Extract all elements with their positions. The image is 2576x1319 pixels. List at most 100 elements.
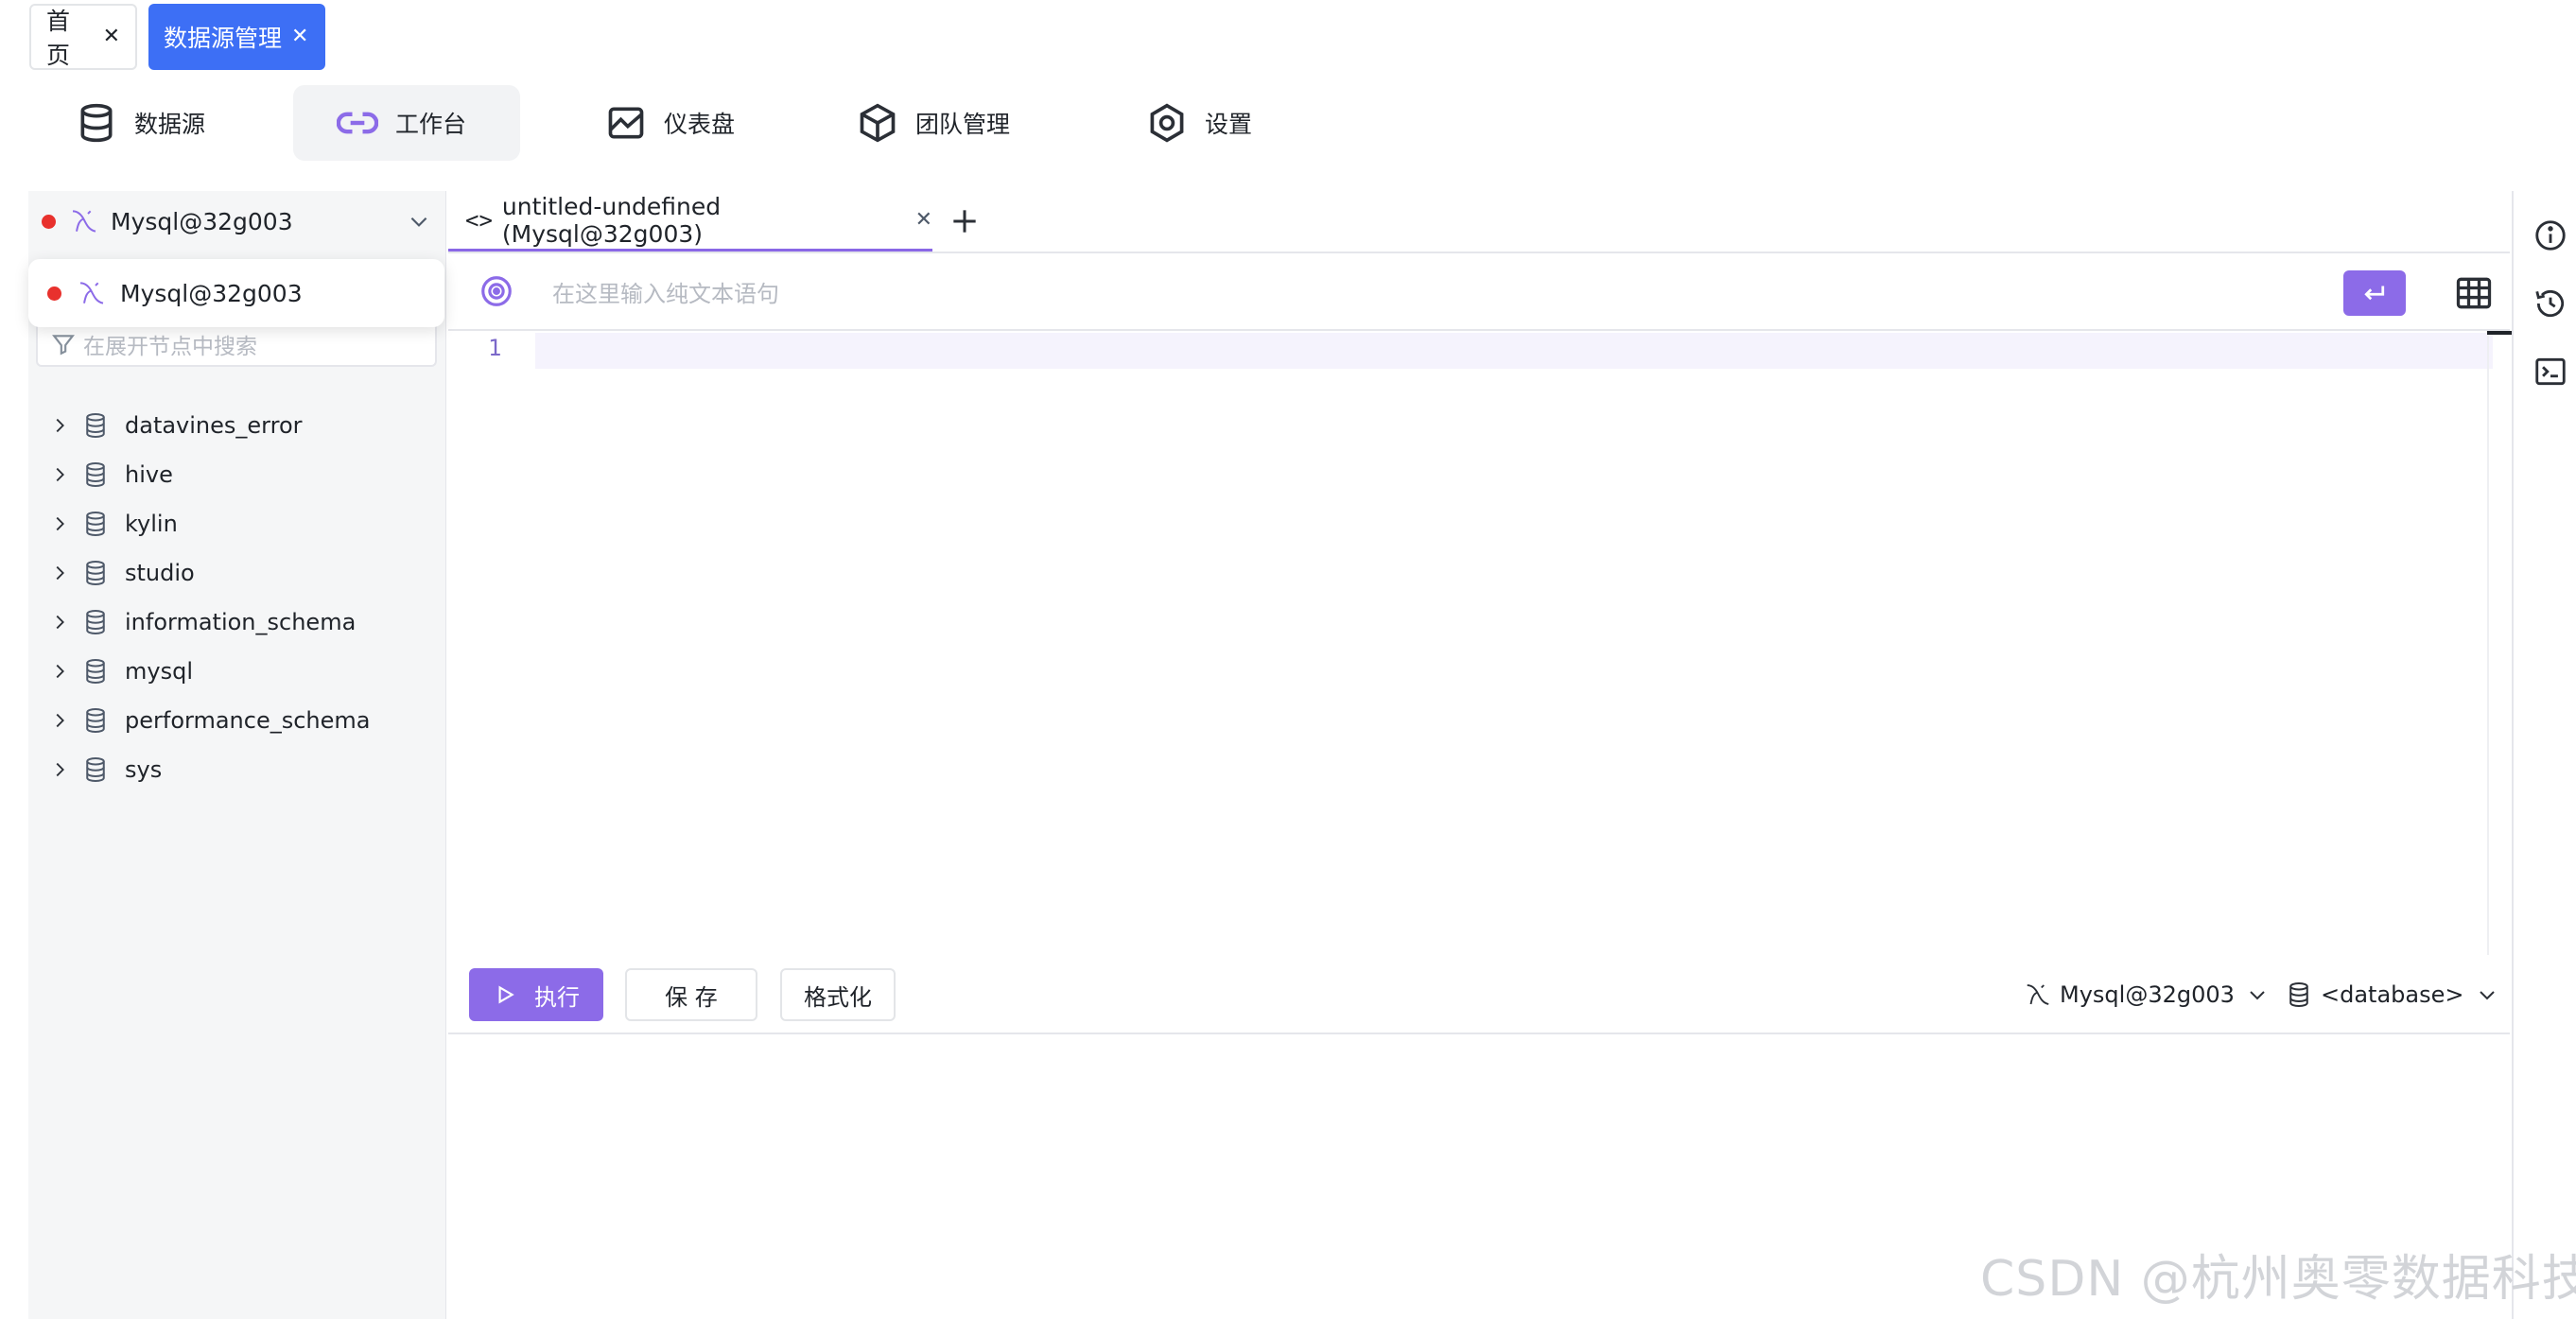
add-tab-icon[interactable] xyxy=(946,202,983,240)
format-label: 格式化 xyxy=(804,983,872,1011)
page-tab-datasource-management[interactable]: 数据源管理 ✕ xyxy=(148,4,325,70)
database-selector-label: <database> xyxy=(2321,981,2464,1008)
status-dot xyxy=(42,214,56,229)
tree-row-label: hive xyxy=(125,461,173,488)
database-icon xyxy=(86,610,105,635)
chevron-down-icon xyxy=(2479,991,2495,1000)
database-icon xyxy=(86,659,105,685)
mysql-icon xyxy=(79,282,104,304)
terminal-icon[interactable] xyxy=(2532,354,2568,390)
schema-panel: Mysql@32g003 在展开节点中搜索 datavines_errorhiv… xyxy=(28,191,446,1319)
format-button[interactable]: 格式化 xyxy=(780,968,896,1021)
editor-tab-label: untitled-undefined (Mysql@32g003) xyxy=(501,192,722,248)
database-icon xyxy=(86,512,105,537)
mysql-icon xyxy=(2027,984,2049,1005)
gear-icon xyxy=(1150,103,1184,143)
nav-label: 团队管理 xyxy=(915,111,1011,138)
database-icon xyxy=(86,757,105,783)
text-to-sql-placeholder: 在这里输入纯文本语句 xyxy=(552,280,779,307)
nav-team-management[interactable]: 团队管理 xyxy=(857,85,1046,161)
run-label: 执行 xyxy=(534,983,580,1011)
tree-row[interactable]: datavines_error xyxy=(28,401,446,450)
database-icon xyxy=(86,708,105,734)
scrollbar-thumb[interactable] xyxy=(2487,331,2514,335)
close-icon[interactable]: ✕ xyxy=(291,26,308,47)
filter-placeholder: 在展开节点中搜索 xyxy=(83,335,257,359)
tree-row[interactable]: kylin xyxy=(28,499,446,548)
page-tab-home[interactable]: 首页 ✕ xyxy=(29,4,137,70)
right-sidebar-divider xyxy=(2512,191,2514,1319)
chevron-right-icon[interactable] xyxy=(49,563,70,583)
page-tab-label: 数据源管理 xyxy=(164,25,283,52)
tree-row[interactable]: information_schema xyxy=(28,598,446,647)
chevron-right-icon[interactable] xyxy=(49,415,70,436)
chevron-right-icon[interactable] xyxy=(49,612,70,633)
nav-label: 数据源 xyxy=(134,111,206,138)
tree-row-label: sys xyxy=(125,756,163,783)
code-editor[interactable] xyxy=(535,333,2487,957)
nav-label: 设置 xyxy=(1205,111,1253,138)
nav-workbench[interactable]: 工作台 xyxy=(293,85,520,161)
chevron-right-icon[interactable] xyxy=(49,513,70,534)
close-icon[interactable]: ✕ xyxy=(103,26,120,47)
tree-row[interactable]: studio xyxy=(28,548,446,598)
line-number: 1 xyxy=(488,335,502,361)
database-icon xyxy=(86,413,105,439)
chevron-right-icon[interactable] xyxy=(49,464,70,485)
info-icon[interactable] xyxy=(2532,217,2568,253)
play-icon xyxy=(498,985,514,1004)
text-to-sql-bar: 在这里输入纯文本语句 xyxy=(448,253,2510,331)
text-to-sql-input[interactable]: 在这里输入纯文本语句 xyxy=(552,275,779,308)
enter-icon xyxy=(2364,286,2385,301)
tree-row[interactable]: mysql xyxy=(28,647,446,696)
tree-row[interactable]: sys xyxy=(28,745,446,794)
tree-row[interactable]: hive xyxy=(28,450,446,499)
nav-dashboard[interactable]: 仪表盘 xyxy=(605,85,766,161)
nav-label: 仪表盘 xyxy=(664,111,736,138)
chevron-right-icon[interactable] xyxy=(49,759,70,780)
cube-icon xyxy=(860,103,896,143)
tree-row-label: datavines_error xyxy=(125,412,303,439)
history-icon[interactable] xyxy=(2532,286,2568,321)
save-button[interactable]: 保 存 xyxy=(625,968,757,1021)
nav-label: 工作台 xyxy=(395,111,467,138)
save-label: 保 存 xyxy=(665,983,718,1011)
tree-row-label: mysql xyxy=(125,658,193,685)
tree-row-label: information_schema xyxy=(125,609,357,635)
code-icon: <> xyxy=(465,206,493,234)
page-tab-label: 首页 xyxy=(46,8,71,69)
datasource-selector-label: Mysql@32g003 xyxy=(2060,981,2235,1008)
mysql-icon xyxy=(72,210,96,233)
tree-row[interactable]: performance_schema xyxy=(28,696,446,745)
link-icon xyxy=(337,112,378,134)
chevron-down-icon xyxy=(410,217,427,227)
datasource-dropdown-option[interactable]: Mysql@32g003 xyxy=(28,259,444,327)
database-icon xyxy=(80,103,113,143)
dropdown-option-label: Mysql@32g003 xyxy=(120,279,303,307)
submit-prompt-button[interactable] xyxy=(2343,270,2406,316)
chevron-down-icon xyxy=(2250,991,2265,1000)
chevron-right-icon[interactable] xyxy=(49,661,70,682)
nav-settings[interactable]: 设置 xyxy=(1146,85,1288,161)
tree-row-label: kylin xyxy=(125,511,178,537)
ai-icon xyxy=(481,276,512,306)
datasource-name: Mysql@32g003 xyxy=(111,207,293,235)
database-icon xyxy=(2289,982,2308,1008)
database-selector[interactable]: <database> xyxy=(2285,972,2498,1017)
chevron-right-icon[interactable] xyxy=(49,710,70,731)
tree-filter-input[interactable]: 在展开节点中搜索 xyxy=(36,321,437,367)
datasource-select[interactable]: Mysql@32g003 xyxy=(28,191,446,252)
dashboard-icon xyxy=(608,107,644,139)
watermark: CSDN @杭州奥零数据科技 xyxy=(1980,1251,2576,1308)
status-dot xyxy=(47,286,61,301)
run-button[interactable]: 执行 xyxy=(469,968,603,1021)
editor-tab[interactable]: <> untitled-undefined (Mysql@32g003) ✕ xyxy=(448,191,932,252)
tree-row-label: performance_schema xyxy=(125,707,371,734)
database-icon xyxy=(86,462,105,488)
table-icon[interactable] xyxy=(2453,272,2495,314)
datasource-selector[interactable]: Mysql@32g003 xyxy=(2024,972,2269,1017)
editor-scrollbar[interactable] xyxy=(2487,331,2489,955)
filter-icon xyxy=(52,335,75,356)
close-icon[interactable]: ✕ xyxy=(915,208,932,232)
nav-datasource[interactable]: 数据源 xyxy=(76,85,236,161)
